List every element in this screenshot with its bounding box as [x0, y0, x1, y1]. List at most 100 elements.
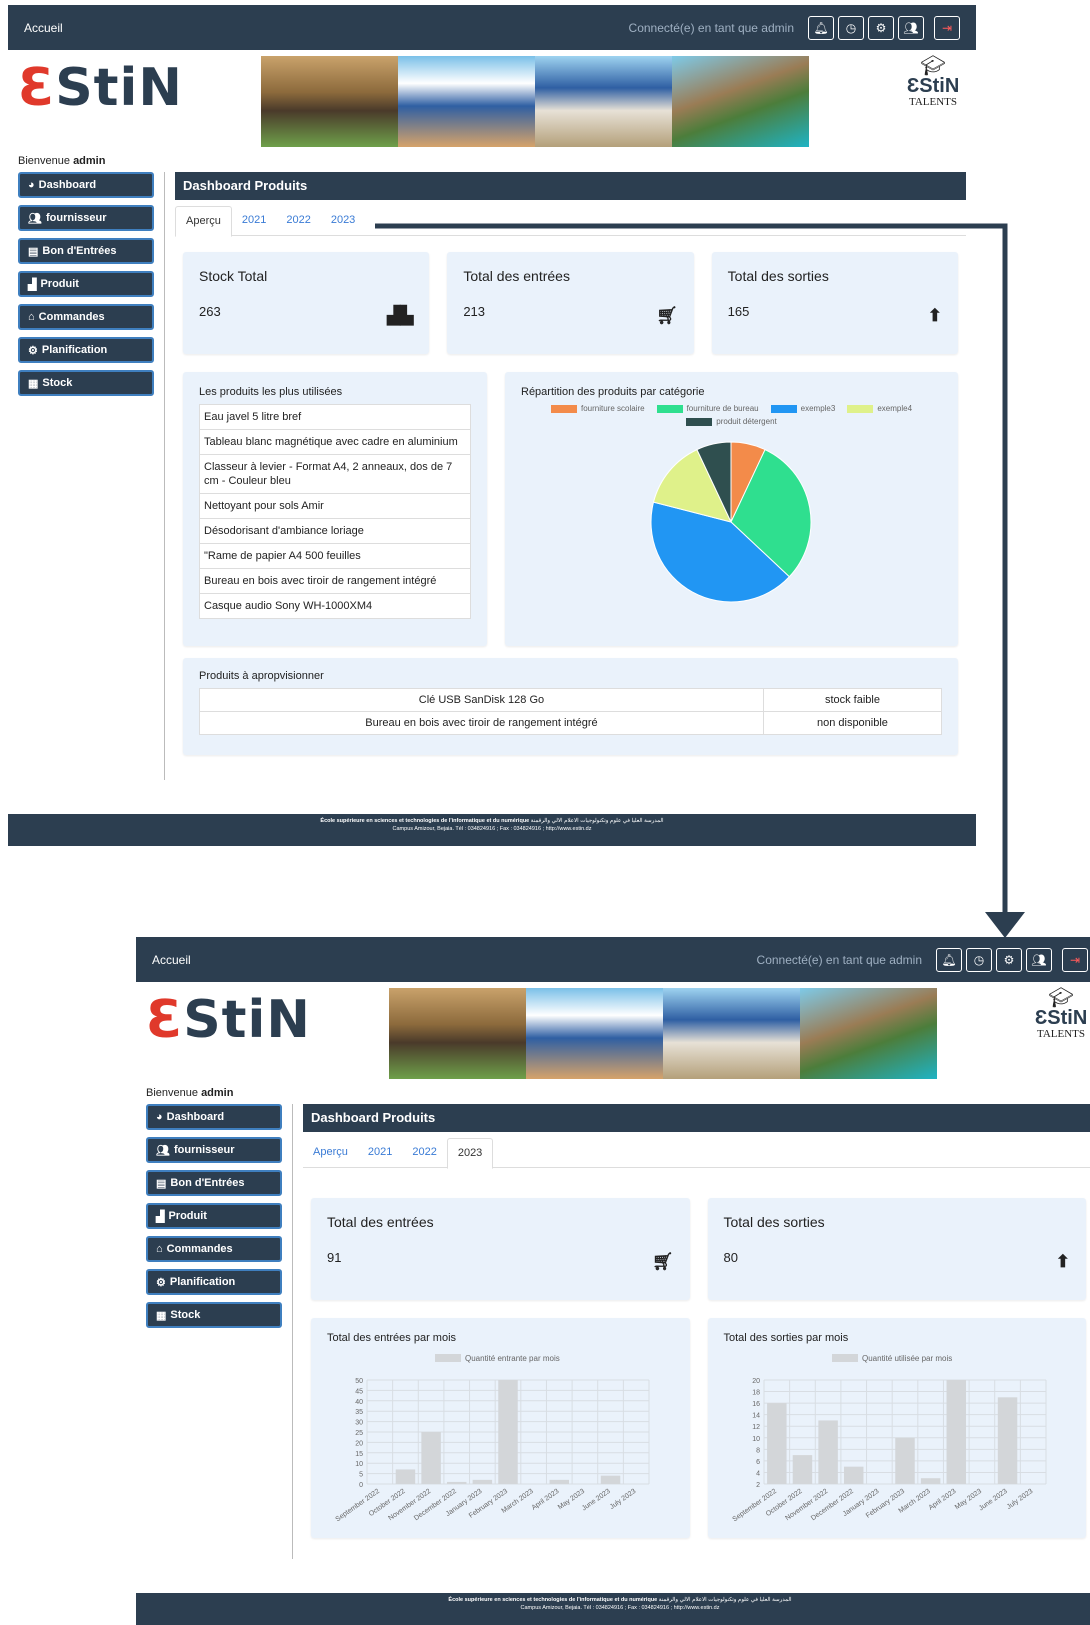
bar[interactable]	[549, 1479, 570, 1484]
x-tick-label: June 2023	[581, 1488, 612, 1513]
user-admin-icon[interactable]: 👥︎	[898, 15, 924, 40]
bar[interactable]	[766, 1403, 787, 1484]
cart-icon: 🛒︎	[651, 1252, 674, 1271]
gear-icon[interactable]: ⚙︎	[868, 15, 894, 40]
estin-logo[interactable]: ƐStiN	[18, 58, 183, 118]
legend-item: produit détergent	[686, 417, 777, 426]
estin-logo[interactable]: ƐStiN	[146, 990, 311, 1050]
bar[interactable]	[421, 1432, 441, 1484]
legend-swatch	[831, 1354, 858, 1362]
sidebar-item-planification[interactable]: ⚙︎ Planification	[146, 1269, 282, 1295]
legend-item: exemple4	[847, 404, 912, 413]
x-tick-label: September 2022	[731, 1488, 778, 1523]
main-content: Dashboard Produits Aperçu 2021 2022 2023…	[165, 172, 976, 780]
y-tick-label: 20	[355, 1440, 363, 1447]
tab-2022[interactable]: 2022	[402, 1138, 446, 1167]
list-item: Bureau en bois avec tiroir de rangement …	[200, 569, 470, 594]
file-icon: ▤	[28, 245, 39, 258]
warehouse-icon: ▦	[28, 377, 39, 390]
bar[interactable]	[600, 1475, 621, 1484]
legend-label: produit détergent	[716, 417, 777, 426]
bar[interactable]	[894, 1437, 915, 1484]
header: ƐStiN 🎓︎ ƐStiN TALENTS	[136, 982, 1090, 1082]
gear-icon[interactable]: ⚙︎	[996, 947, 1022, 972]
tab-2022[interactable]: 2022	[276, 206, 320, 235]
legend-item: fourniture de bureau	[656, 404, 759, 413]
home-link[interactable]: Accueil	[152, 953, 191, 967]
connected-user-text: Connecté(e) en tant que admin	[628, 20, 794, 35]
clock-icon[interactable]: ◷	[838, 15, 864, 40]
pie-icon: ◕	[28, 179, 35, 191]
sidebar-item-planification[interactable]: ⚙︎ Planification	[18, 337, 154, 363]
legend-label: Quantité entrante par mois	[465, 1354, 560, 1363]
x-tick-label: September 2022	[335, 1488, 382, 1523]
welcome-text: Bienvenue admin	[146, 1087, 234, 1099]
y-tick-label: 0	[359, 1482, 363, 1489]
clock-icon[interactable]: ◷	[966, 947, 992, 972]
x-tick-label: April 2023	[927, 1488, 957, 1512]
tab-apercu[interactable]: Aperçu	[175, 206, 232, 237]
y-tick-label: 30	[355, 1420, 363, 1427]
bar[interactable]	[792, 1455, 812, 1484]
users-icon: 👥︎	[28, 212, 42, 225]
sidebar-item-produit[interactable]: ▟ Produit	[18, 271, 154, 297]
list-item: Eau javel 5 litre bref	[200, 405, 470, 430]
table-row: Clé USB SanDisk 128 Go stock faible	[199, 688, 943, 712]
tab-2021[interactable]: 2021	[358, 1138, 402, 1167]
header: ƐStiN 🎓︎ ƐStiN TALENTS	[8, 50, 976, 150]
list-item: Tableau blanc magnétique avec cadre en a…	[200, 430, 470, 455]
sidebar-item-dashboard[interactable]: ◕ Dashboard	[146, 1104, 282, 1130]
user-admin-icon[interactable]: 👥︎	[1026, 947, 1052, 972]
sidebar-item-stock[interactable]: ▦ Stock	[146, 1302, 282, 1328]
bar[interactable]	[997, 1397, 1017, 1484]
sidebar-item-fournisseur[interactable]: 👥︎ fournisseur	[18, 205, 154, 231]
sidebar-item-bon-entrees[interactable]: ▤ Bon d'Entrées	[18, 238, 154, 264]
bell-icon[interactable]: 🔔︎	[808, 15, 834, 40]
arrow-up-circle-icon: ⬆	[1055, 1252, 1070, 1271]
restock-panel: Produits à apropvisionner Clé USB SanDis…	[183, 658, 958, 755]
most-used-products-panel: Les produits les plus utilisées Eau jave…	[183, 372, 487, 646]
cogs-icon: ⚙︎	[156, 1276, 166, 1289]
bar[interactable]	[472, 1479, 493, 1484]
tab-apercu[interactable]: Aperçu	[303, 1138, 358, 1167]
tab-bar: Aperçu 2021 2022 2023	[303, 1138, 1090, 1169]
x-tick-label: June 2023	[977, 1488, 1008, 1513]
list-item: Désodorisant d'ambiance loriage	[200, 519, 470, 544]
bar[interactable]	[920, 1478, 940, 1484]
bar[interactable]	[843, 1466, 863, 1484]
bar[interactable]	[446, 1481, 467, 1484]
legend-swatch	[550, 404, 577, 413]
stat-card-total-sorties: Total des sorties 165 ⬆	[711, 252, 958, 354]
sidebar-item-bon-entrees[interactable]: ▤ Bon d'Entrées	[146, 1170, 282, 1196]
y-tick-label: 40	[355, 1399, 363, 1406]
tab-2023[interactable]: 2023	[446, 1138, 494, 1169]
bar[interactable]	[946, 1380, 966, 1484]
bar[interactable]	[395, 1469, 416, 1484]
sidebar-item-dashboard[interactable]: ◕ Dashboard	[18, 172, 154, 198]
y-tick-label: 35	[355, 1409, 363, 1416]
tab-2021[interactable]: 2021	[232, 206, 276, 235]
sidebar-item-stock[interactable]: ▦ Stock	[18, 370, 154, 396]
sidebar-item-fournisseur[interactable]: 👥︎ fournisseur	[146, 1137, 282, 1163]
y-tick-label: 2	[756, 1482, 760, 1489]
sidebar: ◕ Dashboard 👥︎ fournisseur ▤ Bon d'Entrées …	[136, 1104, 293, 1559]
boxes-icon: ▟	[156, 1210, 165, 1223]
bell-icon[interactable]: 🔔︎	[936, 947, 962, 972]
stat-card-stock-total: Stock Total 263 ▟▙	[183, 252, 430, 354]
sidebar-item-commandes[interactable]: ⌂ Commandes	[18, 304, 154, 330]
category-pie-chart	[650, 441, 812, 603]
graduation-cap-icon: 🎓︎	[1048, 987, 1074, 1009]
footer: École supérieure en sciences et technolo…	[8, 814, 976, 846]
bar[interactable]	[817, 1420, 838, 1484]
basket-icon: ⌂	[156, 1243, 163, 1255]
legend-item: exemple3	[770, 404, 835, 413]
tab-2023[interactable]: 2023	[321, 206, 365, 235]
logout-icon[interactable]: ⇥	[1062, 947, 1088, 972]
bar[interactable]	[498, 1380, 518, 1484]
sidebar-item-commandes[interactable]: ⌂ Commandes	[146, 1236, 282, 1262]
logout-icon[interactable]: ⇥	[934, 15, 960, 40]
home-link[interactable]: Accueil	[24, 21, 63, 35]
sidebar-item-produit[interactable]: ▟ Produit	[146, 1203, 282, 1229]
top-navbar: Accueil Connecté(e) en tant que admin 🔔︎…	[136, 937, 1090, 982]
banner-image	[389, 988, 937, 1079]
